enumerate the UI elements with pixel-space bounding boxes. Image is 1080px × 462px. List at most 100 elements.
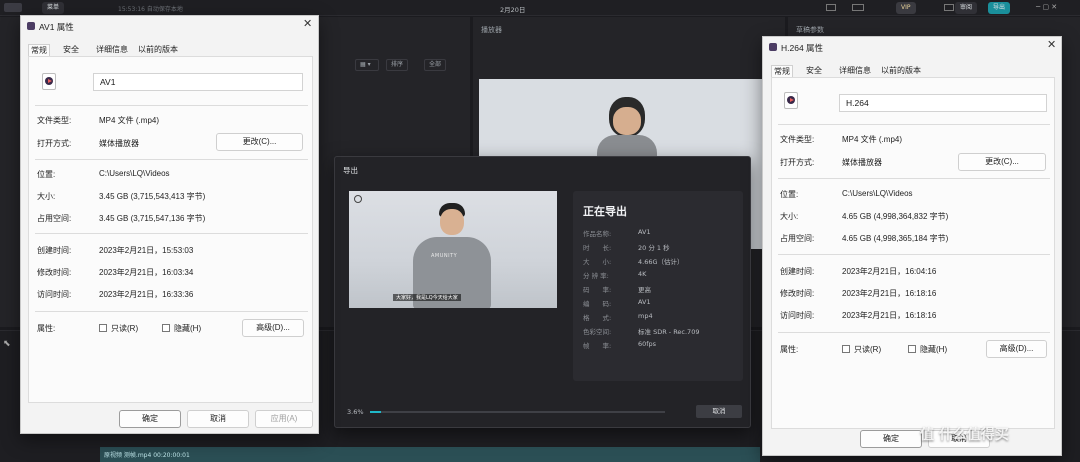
modified-value: 2023年2月21日，16:18:16: [842, 289, 937, 298]
hidden-label: 隐藏(H): [920, 345, 948, 354]
hidden-checkbox[interactable]: 隐藏(H): [162, 323, 201, 334]
export-info-row: 格 式: mp4: [583, 312, 653, 322]
hidden-label: 隐藏(H): [174, 324, 202, 333]
modified-label: 修改时间:: [37, 268, 72, 277]
location-label: 位置:: [780, 190, 799, 199]
export-info-value: 标准 SDR - Rec.709: [638, 328, 700, 336]
export-info-value: 4.66G（估计）: [638, 258, 684, 266]
file-type-value: MP4 文件 (.mp4): [842, 135, 903, 144]
export-info-value: AV1: [638, 298, 651, 306]
ok-button[interactable]: 确定: [119, 410, 181, 428]
layout-icon[interactable]: [826, 4, 836, 11]
preview-subtitle: 大家好，我是LQ今天给大家: [393, 294, 461, 301]
export-info-label: 大 小:: [583, 258, 612, 266]
cursor-tool-icon[interactable]: ⬉: [3, 339, 11, 349]
readonly-checkbox[interactable]: 只读(R): [842, 344, 881, 355]
tab-security[interactable]: 安全: [61, 44, 81, 56]
file-icon: [769, 43, 777, 51]
export-info-value: mp4: [638, 312, 653, 320]
player-title: 播放器: [481, 26, 502, 34]
export-button[interactable]: 导出: [988, 2, 1011, 14]
accessed-value: 2023年2月21日，16:18:16: [842, 311, 937, 320]
export-info-value: 60fps: [638, 340, 657, 348]
review-button[interactable]: 审阅: [955, 2, 978, 14]
menu-button[interactable]: 菜单: [42, 2, 65, 14]
keyboard-icon[interactable]: [852, 4, 864, 11]
sort-button[interactable]: 排序: [386, 59, 409, 71]
autosave-status: 15:53:16 自动保存本地: [118, 6, 183, 13]
export-cancel-button[interactable]: 取消: [696, 405, 742, 418]
hidden-checkbox-box[interactable]: [908, 345, 916, 353]
change-button[interactable]: 更改(C)...: [958, 153, 1046, 171]
export-info-value: 4K: [638, 270, 647, 278]
export-progress-text: 3.6%: [347, 408, 364, 416]
cancel-button[interactable]: 取消: [187, 410, 249, 428]
export-info-row: 时 长: 20 分 1 秒: [583, 242, 670, 252]
file-type-value: MP4 文件 (.mp4): [99, 116, 160, 125]
created-value: 2023年2月21日，15:53:03: [99, 246, 194, 255]
tab-general[interactable]: 常规: [28, 44, 50, 56]
dialog-title: H.264 属性: [781, 43, 824, 53]
open-with-label: 打开方式:: [780, 158, 815, 167]
attributes-label: 属性:: [780, 345, 799, 354]
disk-size-label: 占用空间:: [780, 234, 815, 243]
tab-details[interactable]: 详细信息: [94, 44, 130, 56]
preview-logo-icon: [354, 195, 362, 203]
readonly-checkbox-box[interactable]: [842, 345, 850, 353]
open-with-label: 打开方式:: [37, 139, 72, 148]
export-dialog-title: 导出: [343, 166, 358, 175]
close-icon[interactable]: ✕: [303, 19, 312, 30]
tab-general[interactable]: 常规: [771, 65, 793, 77]
open-with-value: 媒体播放器: [99, 139, 139, 148]
watermark: 值 什么值得买: [920, 427, 1009, 443]
h264-properties-dialog: H.264 属性 ✕ 常规 安全 详细信息 以前的版本 H.264 文件类型: …: [762, 36, 1062, 456]
file-name-input[interactable]: AV1: [93, 73, 303, 91]
close-icon[interactable]: ✕: [1047, 40, 1056, 51]
file-icon: [27, 22, 35, 30]
view-toggle[interactable]: ▦ ▾: [355, 59, 379, 71]
readonly-checkbox[interactable]: 只读(R): [99, 323, 138, 334]
disk-size-value: 3.45 GB (3,715,547,136 字节): [99, 214, 206, 223]
hidden-checkbox[interactable]: 隐藏(H): [908, 344, 947, 355]
modified-value: 2023年2月21日，16:03:34: [99, 268, 194, 277]
screen-icon[interactable]: [944, 4, 954, 11]
change-button[interactable]: 更改(C)...: [216, 133, 303, 151]
timeline-clip-label: 原视频 测帧.mp4 00:20:00:01: [104, 452, 190, 459]
vip-badge[interactable]: VIP: [896, 2, 916, 14]
file-name-input[interactable]: H.264: [839, 94, 1047, 112]
modified-label: 修改时间:: [780, 289, 815, 298]
preview-person: AMUNITY: [413, 203, 491, 308]
export-preview: AMUNITY 大家好，我是LQ今天给大家: [349, 191, 557, 308]
size-label: 大小:: [780, 212, 799, 221]
tab-previous-versions[interactable]: 以前的版本: [136, 44, 180, 56]
disk-size-label: 占用空间:: [37, 214, 72, 223]
export-info-label: 帧 率:: [583, 342, 612, 350]
export-info-label: 分 辨 率:: [583, 272, 609, 280]
export-info-label: 编 码:: [583, 300, 612, 308]
general-tab-body: AV1 文件类型: MP4 文件 (.mp4) 打开方式: 媒体播放器 更改(C…: [28, 56, 313, 403]
export-info-row: 分 辨 率: 4K: [583, 270, 646, 280]
hidden-checkbox-box[interactable]: [162, 324, 170, 332]
export-info-value: 20 分 1 秒: [638, 244, 670, 252]
tab-details[interactable]: 详细信息: [837, 65, 873, 77]
export-info-row: 色彩空间: 标准 SDR - Rec.709: [583, 326, 699, 336]
advanced-button[interactable]: 高级(D)...: [242, 319, 304, 337]
export-info-panel: 正在导出 作品名称: AV1 时 长: 20 分 1 秒大 小: 4.66G（估计） 分 …: [573, 191, 743, 381]
apply-button[interactable]: 应用(A): [255, 410, 313, 428]
timeline-clip[interactable]: 原视频 测帧.mp4 00:20:00:01: [100, 447, 760, 462]
export-info-value: 更高: [638, 286, 651, 294]
tab-security[interactable]: 安全: [804, 65, 824, 77]
size-value: 4.65 GB (4,998,364,832 字节): [842, 212, 949, 221]
export-info-row: 大 小: 4.66G（估计）: [583, 256, 684, 266]
readonly-checkbox-box[interactable]: [99, 324, 107, 332]
tab-previous-versions[interactable]: 以前的版本: [879, 65, 923, 77]
ok-button[interactable]: 确定: [860, 430, 922, 448]
dialog-title: AV1 属性: [39, 22, 74, 32]
file-type-label: 文件类型:: [37, 116, 72, 125]
readonly-label: 只读(R): [111, 324, 139, 333]
window-controls[interactable]: ─ ▢ ✕: [1036, 3, 1057, 11]
export-progress-fill: [370, 411, 381, 413]
location-value: C:\Users\LQ\Videos: [842, 189, 913, 198]
filter-all-button[interactable]: 全部: [424, 59, 447, 71]
advanced-button[interactable]: 高级(D)...: [986, 340, 1047, 358]
